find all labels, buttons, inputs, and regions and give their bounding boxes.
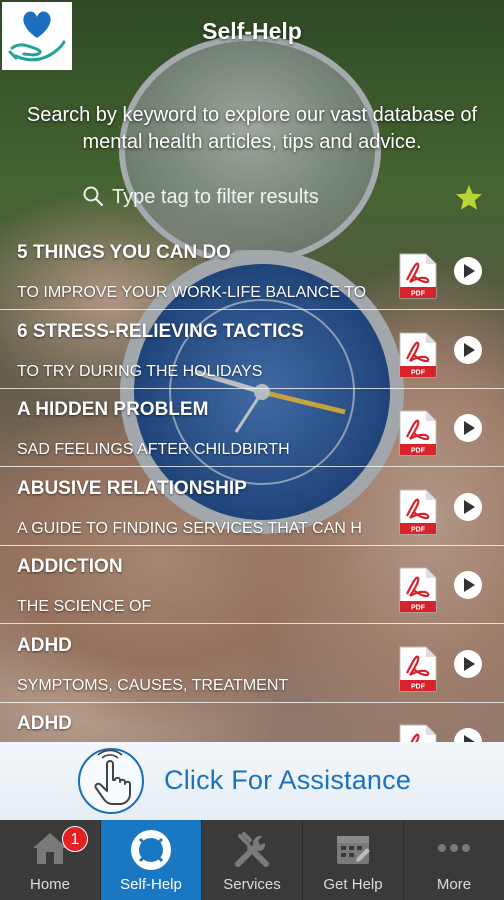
tab-self-help[interactable]: Self-Help bbox=[101, 820, 202, 900]
article-row[interactable]: 5 THINGS YOU CAN DO TO IMPROVE YOUR WORK-… bbox=[0, 232, 504, 310]
play-icon[interactable] bbox=[453, 413, 483, 443]
tab-get-help[interactable]: Get Help bbox=[303, 820, 404, 900]
article-subtitle: THE SCIENCE OF bbox=[17, 598, 152, 615]
article-title: 5 THINGS YOU CAN DO bbox=[17, 242, 231, 263]
svg-text:PDF: PDF bbox=[411, 448, 426, 455]
article-row[interactable]: ADDICTION THE SCIENCE OF PDF bbox=[0, 546, 504, 624]
calendar-icon bbox=[337, 836, 370, 864]
lifebuoy-icon bbox=[131, 830, 171, 870]
play-icon[interactable] bbox=[453, 256, 483, 286]
tab-home[interactable]: 1 Home bbox=[0, 820, 101, 900]
article-title: 6 STRESS-RELIEVING TACTICS bbox=[17, 320, 304, 342]
svg-text:PDF: PDF bbox=[411, 526, 426, 533]
article-subtitle: SYMPTOMS, CAUSES, TREATMENT bbox=[17, 676, 289, 694]
article-title: ABUSIVE RELATIONSHIP bbox=[17, 477, 247, 499]
search-input[interactable] bbox=[112, 181, 432, 213]
article-title: ADHD bbox=[17, 634, 72, 656]
more-icon bbox=[438, 844, 470, 852]
pdf-icon[interactable]: PDF bbox=[398, 566, 438, 614]
tab-label: Services bbox=[223, 876, 281, 893]
tab-label: Self-Help bbox=[120, 876, 182, 893]
play-icon[interactable] bbox=[453, 649, 483, 679]
article-list: 5 THINGS YOU CAN DO TO IMPROVE YOUR WORK-… bbox=[0, 232, 504, 742]
pdf-icon[interactable]: PDF bbox=[398, 409, 438, 457]
svg-text:PDF: PDF bbox=[411, 291, 426, 298]
pdf-icon[interactable]: PDF bbox=[398, 331, 438, 379]
play-icon[interactable] bbox=[453, 570, 483, 600]
article-row[interactable]: 6 STRESS-RELIEVING TACTICS TO TRY DURING … bbox=[0, 311, 504, 389]
search-icon bbox=[83, 186, 104, 207]
svg-text:PDF: PDF bbox=[411, 369, 426, 376]
article-row[interactable]: ABUSIVE RELATIONSHIP A GUIDE TO FINDING S… bbox=[0, 468, 504, 546]
article-row[interactable]: ADHD PDF bbox=[0, 703, 504, 742]
pdf-icon[interactable]: PDF bbox=[398, 252, 438, 300]
tab-more[interactable]: More bbox=[404, 820, 504, 900]
article-title: ADHD bbox=[17, 713, 72, 734]
pdf-icon[interactable]: PDF bbox=[398, 645, 438, 693]
assistance-banner[interactable]: Click For Assistance bbox=[0, 742, 504, 820]
svg-text:PDF: PDF bbox=[411, 605, 426, 612]
search-bar bbox=[0, 177, 504, 219]
play-icon[interactable] bbox=[453, 492, 483, 522]
hand-pointer-icon bbox=[78, 748, 144, 814]
tab-services[interactable]: Services bbox=[202, 820, 303, 900]
article-title: ADDICTION bbox=[17, 556, 123, 577]
svg-text:PDF: PDF bbox=[411, 683, 426, 690]
article-subtitle: TO TRY DURING THE HOLIDAYS bbox=[17, 362, 263, 380]
article-subtitle: SAD FEELINGS AFTER CHILDBIRTH bbox=[17, 441, 290, 458]
tools-icon bbox=[235, 832, 269, 867]
article-subtitle: TO IMPROVE YOUR WORK-LIFE BALANCE TO bbox=[17, 284, 367, 301]
play-icon[interactable] bbox=[453, 335, 483, 365]
article-row[interactable]: A HIDDEN PROBLEM SAD FEELINGS AFTER CHILD… bbox=[0, 389, 504, 467]
pdf-icon[interactable]: PDF bbox=[398, 723, 438, 742]
notification-badge: 1 bbox=[62, 826, 88, 852]
article-title: A HIDDEN PROBLEM bbox=[17, 399, 209, 420]
pdf-icon[interactable]: PDF bbox=[398, 488, 438, 536]
article-row[interactable]: ADHD SYMPTOMS, CAUSES, TREATMENT PDF bbox=[0, 625, 504, 703]
article-subtitle: A GUIDE TO FINDING SERVICES THAT CAN H bbox=[17, 519, 362, 537]
intro-text: Search by keyword to explore our vast da… bbox=[26, 104, 478, 153]
tab-label: Get Help bbox=[323, 876, 383, 893]
tab-bar: 1 Home Self-Help Services Get Help More bbox=[0, 820, 504, 900]
tab-label: More bbox=[436, 876, 472, 893]
page-title: Self-Help bbox=[202, 18, 302, 44]
tab-label: Home bbox=[29, 876, 70, 893]
star-icon[interactable] bbox=[455, 184, 483, 211]
play-icon[interactable] bbox=[453, 727, 483, 742]
assistance-label: Click For Assistance bbox=[164, 765, 412, 795]
